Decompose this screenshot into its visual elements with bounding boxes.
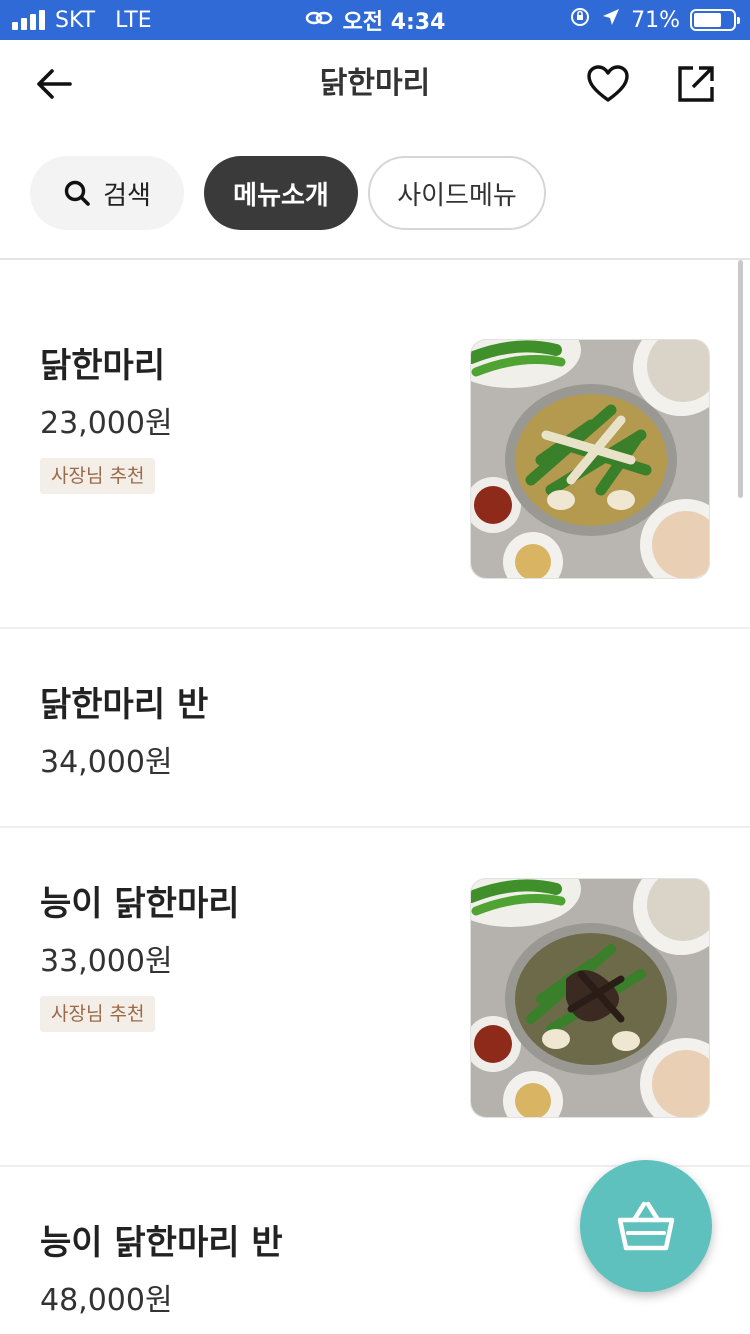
status-left: SKT LTE — [12, 0, 152, 40]
menu-item[interactable]: 능이 닭한마리 33,000원 사장님 추천 — [0, 828, 750, 1167]
status-bar: SKT LTE 오전 4:34 71% — [0, 0, 750, 40]
share-icon — [678, 66, 714, 102]
tab-search[interactable]: 검색 — [30, 156, 184, 230]
rotation-lock-icon — [569, 6, 591, 34]
menu-item-photo — [470, 339, 710, 579]
tab-menu-intro-label: 메뉴소개 — [233, 180, 329, 211]
scrollbar[interactable] — [738, 260, 743, 498]
search-icon — [64, 180, 90, 206]
menu-item-name: 능이 닭한마리 — [40, 884, 240, 924]
back-button[interactable] — [30, 62, 78, 106]
status-right: 71% — [569, 0, 740, 40]
tab-side-menu-label: 사이드메뉴 — [397, 180, 517, 211]
page-title: 닭한마리 — [319, 66, 431, 101]
tab-search-label: 검색 — [103, 180, 151, 211]
cart-button[interactable] — [580, 1160, 712, 1292]
network-label: LTE — [115, 7, 152, 33]
menu-item-price: 48,000원 — [40, 1283, 173, 1318]
tab-menu-intro[interactable]: 메뉴소개 — [204, 156, 358, 230]
location-icon — [601, 7, 621, 33]
menu-item-name: 닭한마리 — [40, 346, 166, 386]
heart-icon — [587, 65, 629, 102]
menu-item[interactable]: 닭한마리 23,000원 사장님 추천 — [0, 260, 750, 629]
menu-item-name: 닭한마리 반 — [40, 685, 209, 725]
menu-item[interactable]: 닭한마리 반 34,000원 — [0, 629, 750, 828]
menu-item-price: 33,000원 — [40, 944, 173, 979]
signal-icon — [12, 10, 45, 30]
share-button[interactable] — [672, 62, 720, 106]
back-arrow-icon — [37, 69, 72, 99]
menu-item-price: 34,000원 — [40, 745, 173, 780]
menu-item-name: 능이 닭한마리 반 — [40, 1223, 283, 1263]
link-icon — [305, 8, 333, 33]
menu-item-price: 23,000원 — [40, 406, 173, 441]
tab-side-menu[interactable]: 사이드메뉴 — [368, 156, 546, 230]
recommend-badge: 사장님 추천 — [40, 458, 156, 494]
status-time: 오전 4:34 — [342, 10, 446, 35]
battery-icon — [690, 9, 740, 31]
carrier-label: SKT — [55, 7, 96, 33]
shopping-basket-icon — [617, 1201, 675, 1251]
favorite-button[interactable] — [584, 62, 632, 106]
recommend-badge: 사장님 추천 — [40, 996, 156, 1032]
tab-bar: 검색 메뉴소개 사이드메뉴 — [30, 156, 546, 230]
menu-item-photo — [470, 878, 710, 1118]
battery-percent: 71% — [631, 7, 680, 33]
app-header: 닭한마리 — [0, 40, 750, 128]
